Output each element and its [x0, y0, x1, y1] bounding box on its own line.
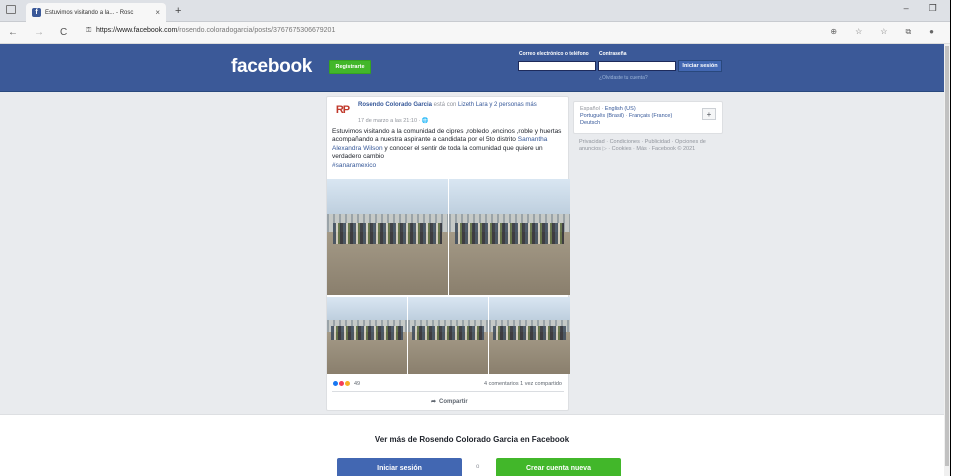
forgot-account-link[interactable]: ¿Olvidaste tu cuenta?: [599, 75, 648, 81]
footer-links[interactable]: Privacidad · Condiciones · Publicidad · …: [579, 139, 719, 153]
post-author-line: Rosendo Colorado Garcia está con Lizeth …: [358, 101, 563, 109]
language-option[interactable]: English (US): [605, 106, 636, 112]
divider: [332, 391, 564, 392]
with-text: está con: [432, 102, 459, 108]
banner-login-button[interactable]: Iniciar sesión: [337, 458, 462, 476]
facebook-header: facebook Registrarte Correo electrónico …: [0, 44, 944, 92]
tab-close-icon[interactable]: ×: [155, 8, 160, 17]
post-photo-2[interactable]: [449, 179, 570, 295]
avatar-text: RP: [335, 104, 350, 116]
post-timestamp[interactable]: 17 de marzo a las 21:10 · 🌐: [358, 118, 429, 124]
language-selector: Español · English (US) Português (Brasil…: [573, 101, 723, 134]
language-option[interactable]: Português (Brasil): [580, 113, 624, 119]
forward-icon[interactable]: →: [34, 27, 44, 38]
facebook-logo[interactable]: facebook: [231, 56, 312, 78]
banner-or-text: o: [476, 464, 480, 470]
url-path: /rosendo.coloradogarcia/posts/3767675306…: [177, 27, 336, 34]
password-field[interactable]: [598, 61, 676, 71]
url-host: https://www.facebook.com: [96, 27, 178, 34]
language-option[interactable]: Deutsch: [580, 120, 600, 126]
post-photo-4[interactable]: [408, 297, 488, 374]
hashtag-link[interactable]: #sanaramexico: [332, 162, 564, 170]
login-banner: Ver más de Rosendo Colorado Garcia en Fa…: [0, 414, 944, 476]
address-bar: ← → C ⚿ https://www.facebook.com/rosendo…: [0, 22, 972, 44]
favorite-add-icon[interactable]: ☆: [855, 27, 862, 37]
more-languages-button[interactable]: +: [702, 108, 716, 120]
register-button[interactable]: Registrarte: [329, 60, 371, 74]
avatar[interactable]: RP: [332, 102, 353, 118]
post-photo-1[interactable]: [327, 179, 448, 295]
reaction-count: 49: [354, 380, 361, 387]
favorites-icon[interactable]: ☆: [880, 27, 887, 37]
post-photo-5[interactable]: [489, 297, 570, 374]
share-icon: ➦: [431, 399, 437, 405]
new-tab-button[interactable]: +: [175, 5, 181, 17]
facebook-favicon-icon: f: [32, 8, 41, 17]
restore-icon[interactable]: ❐: [929, 3, 937, 14]
tab-bar: f Estuvimos visitando a la... - Rosc × +…: [0, 0, 972, 22]
comments-shares-count[interactable]: 4 comentarios 1 vez compartido: [484, 381, 562, 387]
login-button[interactable]: Iniciar sesión: [678, 60, 722, 72]
current-language: Español: [580, 106, 600, 112]
author-name[interactable]: Rosendo Colorado Garcia: [358, 102, 432, 108]
post-text: Estuvimos visitando a la comunidad de ci…: [332, 128, 564, 170]
email-label: Correo electrónico o teléfono: [519, 51, 589, 57]
refresh-icon[interactable]: C: [60, 27, 67, 38]
tab-actions-icon[interactable]: [6, 5, 16, 14]
collections-icon[interactable]: ⧉: [905, 27, 911, 37]
language-option[interactable]: Français (France): [629, 113, 672, 119]
profile-icon[interactable]: ●: [929, 27, 934, 37]
create-account-button[interactable]: Crear cuenta nueva: [496, 458, 621, 476]
wow-reaction-icon: [344, 380, 351, 387]
minimize-icon[interactable]: –: [904, 3, 909, 14]
password-label: Contraseña: [599, 51, 627, 57]
lock-icon: ⚿: [86, 27, 92, 34]
post-card: RP Rosendo Colorado Garcia está con Lize…: [326, 96, 570, 411]
browser-tab[interactable]: f Estuvimos visitando a la... - Rosc ×: [26, 3, 166, 22]
share-label: Compartir: [439, 398, 468, 405]
banner-title: Ver más de Rosendo Colorado Garcia en Fa…: [374, 435, 570, 444]
zoom-icon[interactable]: ⊕: [830, 27, 837, 37]
right-strip: [950, 0, 972, 476]
scrollbar-thumb[interactable]: [945, 46, 949, 466]
email-field[interactable]: [518, 61, 596, 71]
tab-title: Estuvimos visitando a la... - Rosc: [45, 9, 134, 16]
share-button[interactable]: ➦ Compartir: [431, 398, 468, 406]
reactions-summary[interactable]: 49: [332, 380, 360, 387]
tagged-people[interactable]: Lizeth Lara y 2 personas más: [458, 102, 537, 108]
address-icons: ⊕ ☆ ☆ ⧉ ● ⋯: [830, 27, 960, 37]
url-field[interactable]: https://www.facebook.com/rosendo.colorad…: [96, 27, 335, 34]
back-icon[interactable]: ←: [8, 27, 18, 38]
post-photo-3[interactable]: [327, 297, 407, 374]
